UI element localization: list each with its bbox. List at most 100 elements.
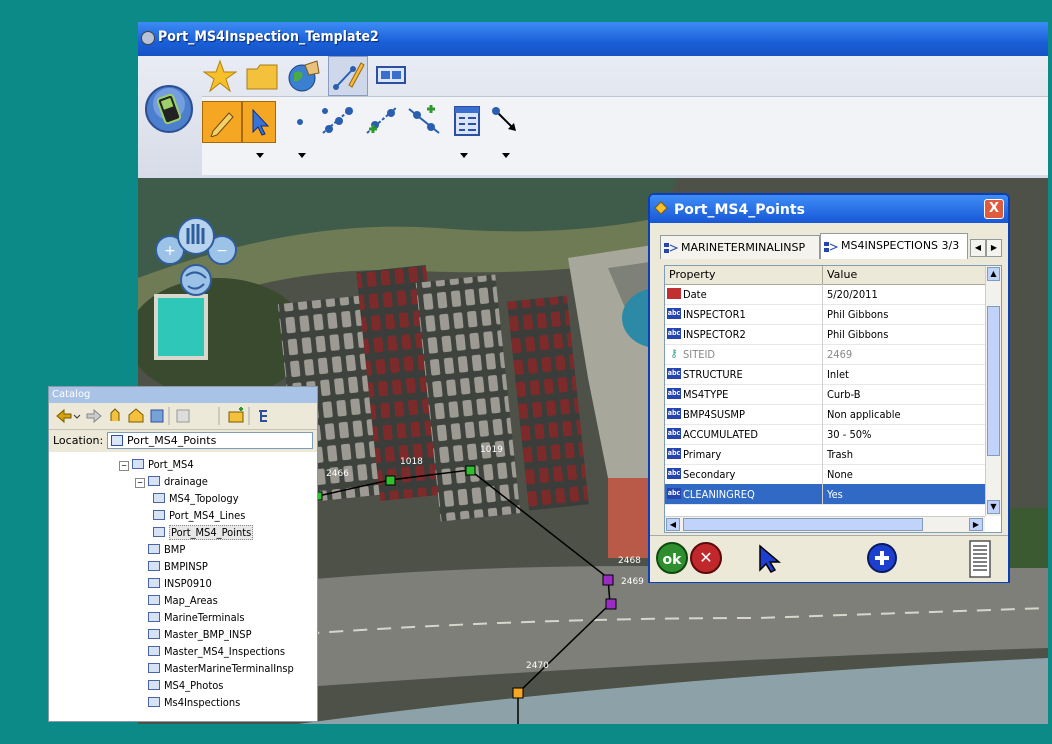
attribute-row[interactable]: abc STRUCTURE Inlet: [665, 364, 985, 385]
tree-item[interactable]: MasterMarineTerminalInsp: [135, 661, 294, 677]
attribute-row[interactable]: ⚷ SITEID 2469: [665, 344, 985, 365]
point-dropdown-arrow[interactable]: [298, 153, 306, 158]
tree-item[interactable]: MS4_Topology: [153, 491, 239, 507]
attribute-row[interactable]: abc Secondary None: [665, 464, 985, 485]
up-folder-icon[interactable]: [110, 408, 120, 421]
connect-button[interactable]: [488, 103, 522, 139]
add-vertex-button[interactable]: [362, 101, 402, 141]
attributes-button[interactable]: [450, 103, 484, 139]
edit-line-button[interactable]: [404, 101, 444, 141]
tab-scroll-left-button[interactable]: ◀: [970, 239, 986, 257]
property-value[interactable]: Yes: [827, 488, 843, 501]
property-value[interactable]: Non applicable: [827, 408, 901, 421]
tree-item[interactable]: − Port_MS4: [119, 457, 194, 473]
location-field[interactable]: Port_MS4_Points: [107, 432, 313, 449]
property-value[interactable]: 5/20/2011: [827, 288, 878, 301]
attribute-row[interactable]: abc CLEANINGREQ Yes: [665, 484, 985, 505]
add-record-button[interactable]: [866, 542, 898, 574]
tree-item[interactable]: Port_MS4_Points: [153, 525, 254, 541]
tree-item-label: Map_Areas: [164, 594, 218, 607]
hscroll-thumb[interactable]: [683, 518, 923, 531]
map-node[interactable]: [602, 574, 614, 586]
tree-item[interactable]: − drainage: [135, 474, 208, 490]
home-icon[interactable]: [128, 408, 144, 423]
tree-item[interactable]: BMPINSP: [135, 559, 208, 575]
property-value[interactable]: 30 - 50%: [827, 428, 871, 441]
scroll-down-button[interactable]: ▼: [987, 500, 1000, 514]
form-view-button[interactable]: [968, 540, 992, 578]
map-node[interactable]: [465, 465, 476, 476]
tree-item[interactable]: Ms4Inspections: [135, 695, 240, 711]
vertices-tool-button[interactable]: [318, 101, 358, 141]
property-value[interactable]: 2469: [827, 348, 852, 361]
attribute-row[interactable]: Date 5/20/2011: [665, 284, 985, 305]
select-button[interactable]: [754, 542, 786, 574]
map-node[interactable]: [385, 475, 396, 486]
dataset-icon: [148, 629, 160, 639]
tree-item-label: BMP: [164, 543, 186, 556]
tab-ms4inspections[interactable]: MS4INSPECTIONS 3/3: [820, 233, 968, 259]
ok-button[interactable]: ok: [656, 542, 688, 574]
property-value[interactable]: Inlet: [827, 368, 849, 381]
scroll-up-button[interactable]: ▲: [987, 267, 1000, 281]
app-menu-button[interactable]: [144, 84, 194, 134]
tree-item[interactable]: MS4_Photos: [135, 678, 223, 694]
select-tool-button[interactable]: [242, 101, 276, 143]
tree-item[interactable]: Master_MS4_Inspections: [135, 644, 285, 660]
full-extent-globe-icon[interactable]: [180, 264, 212, 296]
text-field-icon: abc: [667, 448, 681, 459]
header-value[interactable]: Value: [827, 268, 857, 281]
collapse-icon[interactable]: −: [135, 478, 145, 488]
attributes-dropdown-arrow[interactable]: [460, 153, 468, 158]
tree-item[interactable]: INSP0910: [135, 576, 212, 592]
globe-tab[interactable]: [286, 58, 322, 94]
sketch-tool-button[interactable]: [202, 101, 242, 143]
tree-item[interactable]: Master_BMP_INSP: [135, 627, 252, 643]
tab-scroll-right-button[interactable]: ▶: [986, 239, 1002, 257]
grid-view-icon[interactable]: [176, 409, 190, 423]
pan-hand-icon[interactable]: [177, 217, 215, 255]
property-value[interactable]: Phil Gibbons: [827, 328, 888, 341]
scroll-thumb[interactable]: [987, 306, 1000, 456]
property-value[interactable]: Curb-B: [827, 388, 861, 401]
tree-item[interactable]: Port_MS4_Lines: [153, 508, 245, 524]
favorites-tab[interactable]: [202, 58, 238, 94]
back-arrow-icon[interactable]: [56, 408, 72, 424]
connect-folder-icon[interactable]: [228, 407, 244, 423]
property-value[interactable]: None: [827, 468, 853, 481]
property-value[interactable]: Trash: [827, 448, 853, 461]
globe-icon: [288, 60, 320, 92]
tab-marineterminalinsp[interactable]: MARINETERMINALINSP: [660, 235, 820, 259]
attribute-row[interactable]: abc ACCUMULATED 30 - 50%: [665, 424, 985, 445]
map-node[interactable]: [605, 598, 617, 610]
horizontal-scrollbar[interactable]: ◀ ▶: [665, 516, 985, 532]
header-property[interactable]: Property: [669, 268, 716, 281]
folder-tab[interactable]: [244, 58, 280, 94]
tree-item[interactable]: Map_Areas: [135, 593, 218, 609]
map-node[interactable]: [512, 687, 524, 699]
cancel-button[interactable]: ✕: [690, 542, 722, 574]
collapse-icon[interactable]: −: [119, 461, 129, 471]
attribute-row[interactable]: abc MS4TYPE Curb-B: [665, 384, 985, 405]
vertical-scrollbar[interactable]: ▲ ▼: [985, 266, 1001, 516]
attribute-row[interactable]: abc Primary Trash: [665, 444, 985, 465]
tree-item[interactable]: BMP: [135, 542, 185, 558]
select-dropdown-arrow[interactable]: [256, 153, 264, 158]
forward-arrow-icon[interactable]: [86, 408, 102, 424]
point-icon: [297, 119, 303, 125]
connect-dropdown-arrow[interactable]: [502, 153, 510, 158]
scroll-left-button[interactable]: ◀: [666, 518, 680, 531]
refresh-icon[interactable]: [150, 409, 164, 423]
attribute-row[interactable]: abc INSPECTOR2 Phil Gibbons: [665, 324, 985, 345]
point-tool-button[interactable]: [290, 109, 310, 135]
tree-options-icon[interactable]: [259, 410, 267, 422]
attribute-row[interactable]: abc BMP4SUSMP Non applicable: [665, 404, 985, 425]
close-button[interactable]: X: [984, 199, 1004, 219]
edit-tools-tab[interactable]: [328, 56, 368, 96]
tab-label: MS4INSPECTIONS 3/3: [841, 239, 960, 252]
layout-tab[interactable]: [374, 60, 408, 90]
property-value[interactable]: Phil Gibbons: [827, 308, 888, 321]
attribute-row[interactable]: abc INSPECTOR1 Phil Gibbons: [665, 304, 985, 325]
tree-item[interactable]: MarineTerminals: [135, 610, 245, 626]
scroll-right-button[interactable]: ▶: [969, 518, 983, 531]
